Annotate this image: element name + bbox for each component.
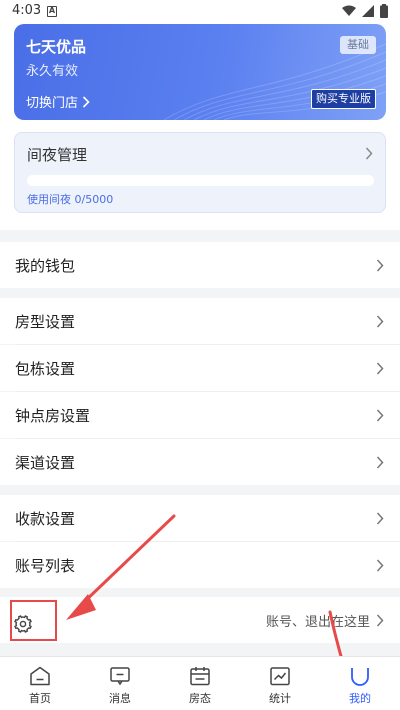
menu-item-label: 房型设置 <box>15 313 76 331</box>
night-usage-progress <box>27 175 374 186</box>
menu-item-label: 我的钱包 <box>15 257 76 275</box>
tab-label: 我的 <box>349 692 371 705</box>
chevron-right-icon <box>376 259 384 272</box>
wifi-icon <box>342 5 356 16</box>
menu-item-account-list[interactable]: 账号列表 <box>0 542 400 588</box>
night-management-title: 间夜管理 <box>27 146 88 164</box>
switch-store-label: 切换门店 <box>26 96 79 111</box>
message-icon <box>110 667 130 686</box>
menu-item-channel[interactable]: 渠道设置 <box>0 439 400 485</box>
night-usage-text: 使用间夜 0/5000 <box>27 193 114 206</box>
notification-a-icon: A <box>47 6 57 17</box>
validity-text: 永久有效 <box>26 64 79 79</box>
menu-item-label: 包栋设置 <box>15 360 76 378</box>
menu-item-label: 渠道设置 <box>15 454 76 472</box>
menu-item-room-type[interactable]: 房型设置 <box>0 298 400 344</box>
menu-item-label: 收款设置 <box>15 510 76 528</box>
menu-item-package[interactable]: 包栋设置 <box>0 345 400 391</box>
menu-item-hourly-room[interactable]: 钟点房设置 <box>0 392 400 438</box>
account-logout-hint: 账号、退出在这里 <box>265 615 370 630</box>
chevron-right-icon <box>376 315 384 328</box>
menu-item-wallet[interactable]: 我的钱包 <box>0 242 400 288</box>
signal-icon <box>362 5 374 17</box>
tab-room-status[interactable]: 房态 <box>160 657 240 710</box>
account-logout-link[interactable]: 账号、退出在这里 <box>266 611 384 630</box>
tab-statistics[interactable]: 统计 <box>240 657 320 710</box>
status-icons <box>342 4 388 18</box>
tab-profile[interactable]: 我的 <box>320 657 400 710</box>
profile-icon <box>351 668 369 686</box>
chevron-right-icon <box>376 362 384 375</box>
menu-item-label: 账号列表 <box>15 557 76 575</box>
menu-item-payment[interactable]: 收款设置 <box>0 495 400 541</box>
store-name: 七天优品 <box>26 38 87 56</box>
tab-label: 统计 <box>269 692 291 705</box>
tab-messages[interactable]: 消息 <box>80 657 160 710</box>
header-section: 七天优品 永久有效 切换门店 基础 购买专业版 间夜管理 使用间夜 0/5000 <box>0 24 400 230</box>
chart-icon <box>270 667 290 686</box>
menu-item-label: 钟点房设置 <box>15 407 91 425</box>
status-time: 4:03 <box>12 3 42 18</box>
chevron-right-icon <box>376 409 384 422</box>
tab-label: 房态 <box>189 692 211 705</box>
calendar-icon <box>190 667 210 686</box>
settings-gear-button[interactable] <box>8 600 46 638</box>
chevron-right-icon <box>365 147 373 160</box>
tab-label: 消息 <box>109 692 131 705</box>
chevron-right-icon <box>376 456 384 469</box>
plan-badge: 基础 <box>340 36 376 54</box>
home-icon <box>30 666 50 686</box>
gear-icon <box>14 615 32 633</box>
night-management-card[interactable]: 间夜管理 使用间夜 0/5000 <box>14 132 386 213</box>
switch-store-link[interactable]: 切换门店 <box>26 92 90 111</box>
chevron-right-icon <box>376 512 384 525</box>
bottom-tab-bar: 首页 消息 房态 统计 我的 <box>0 656 400 710</box>
settings-row: 账号、退出在这里 <box>0 597 400 643</box>
chevron-right-icon <box>82 95 90 108</box>
upgrade-pro-button[interactable]: 购买专业版 <box>311 89 376 109</box>
tab-label: 首页 <box>29 692 51 705</box>
chevron-right-icon <box>376 614 384 627</box>
battery-icon <box>380 4 388 18</box>
tab-home[interactable]: 首页 <box>0 657 80 710</box>
member-card: 七天优品 永久有效 切换门店 基础 购买专业版 <box>14 24 386 120</box>
status-bar: 4:03 A <box>0 0 400 24</box>
chevron-right-icon <box>376 559 384 572</box>
